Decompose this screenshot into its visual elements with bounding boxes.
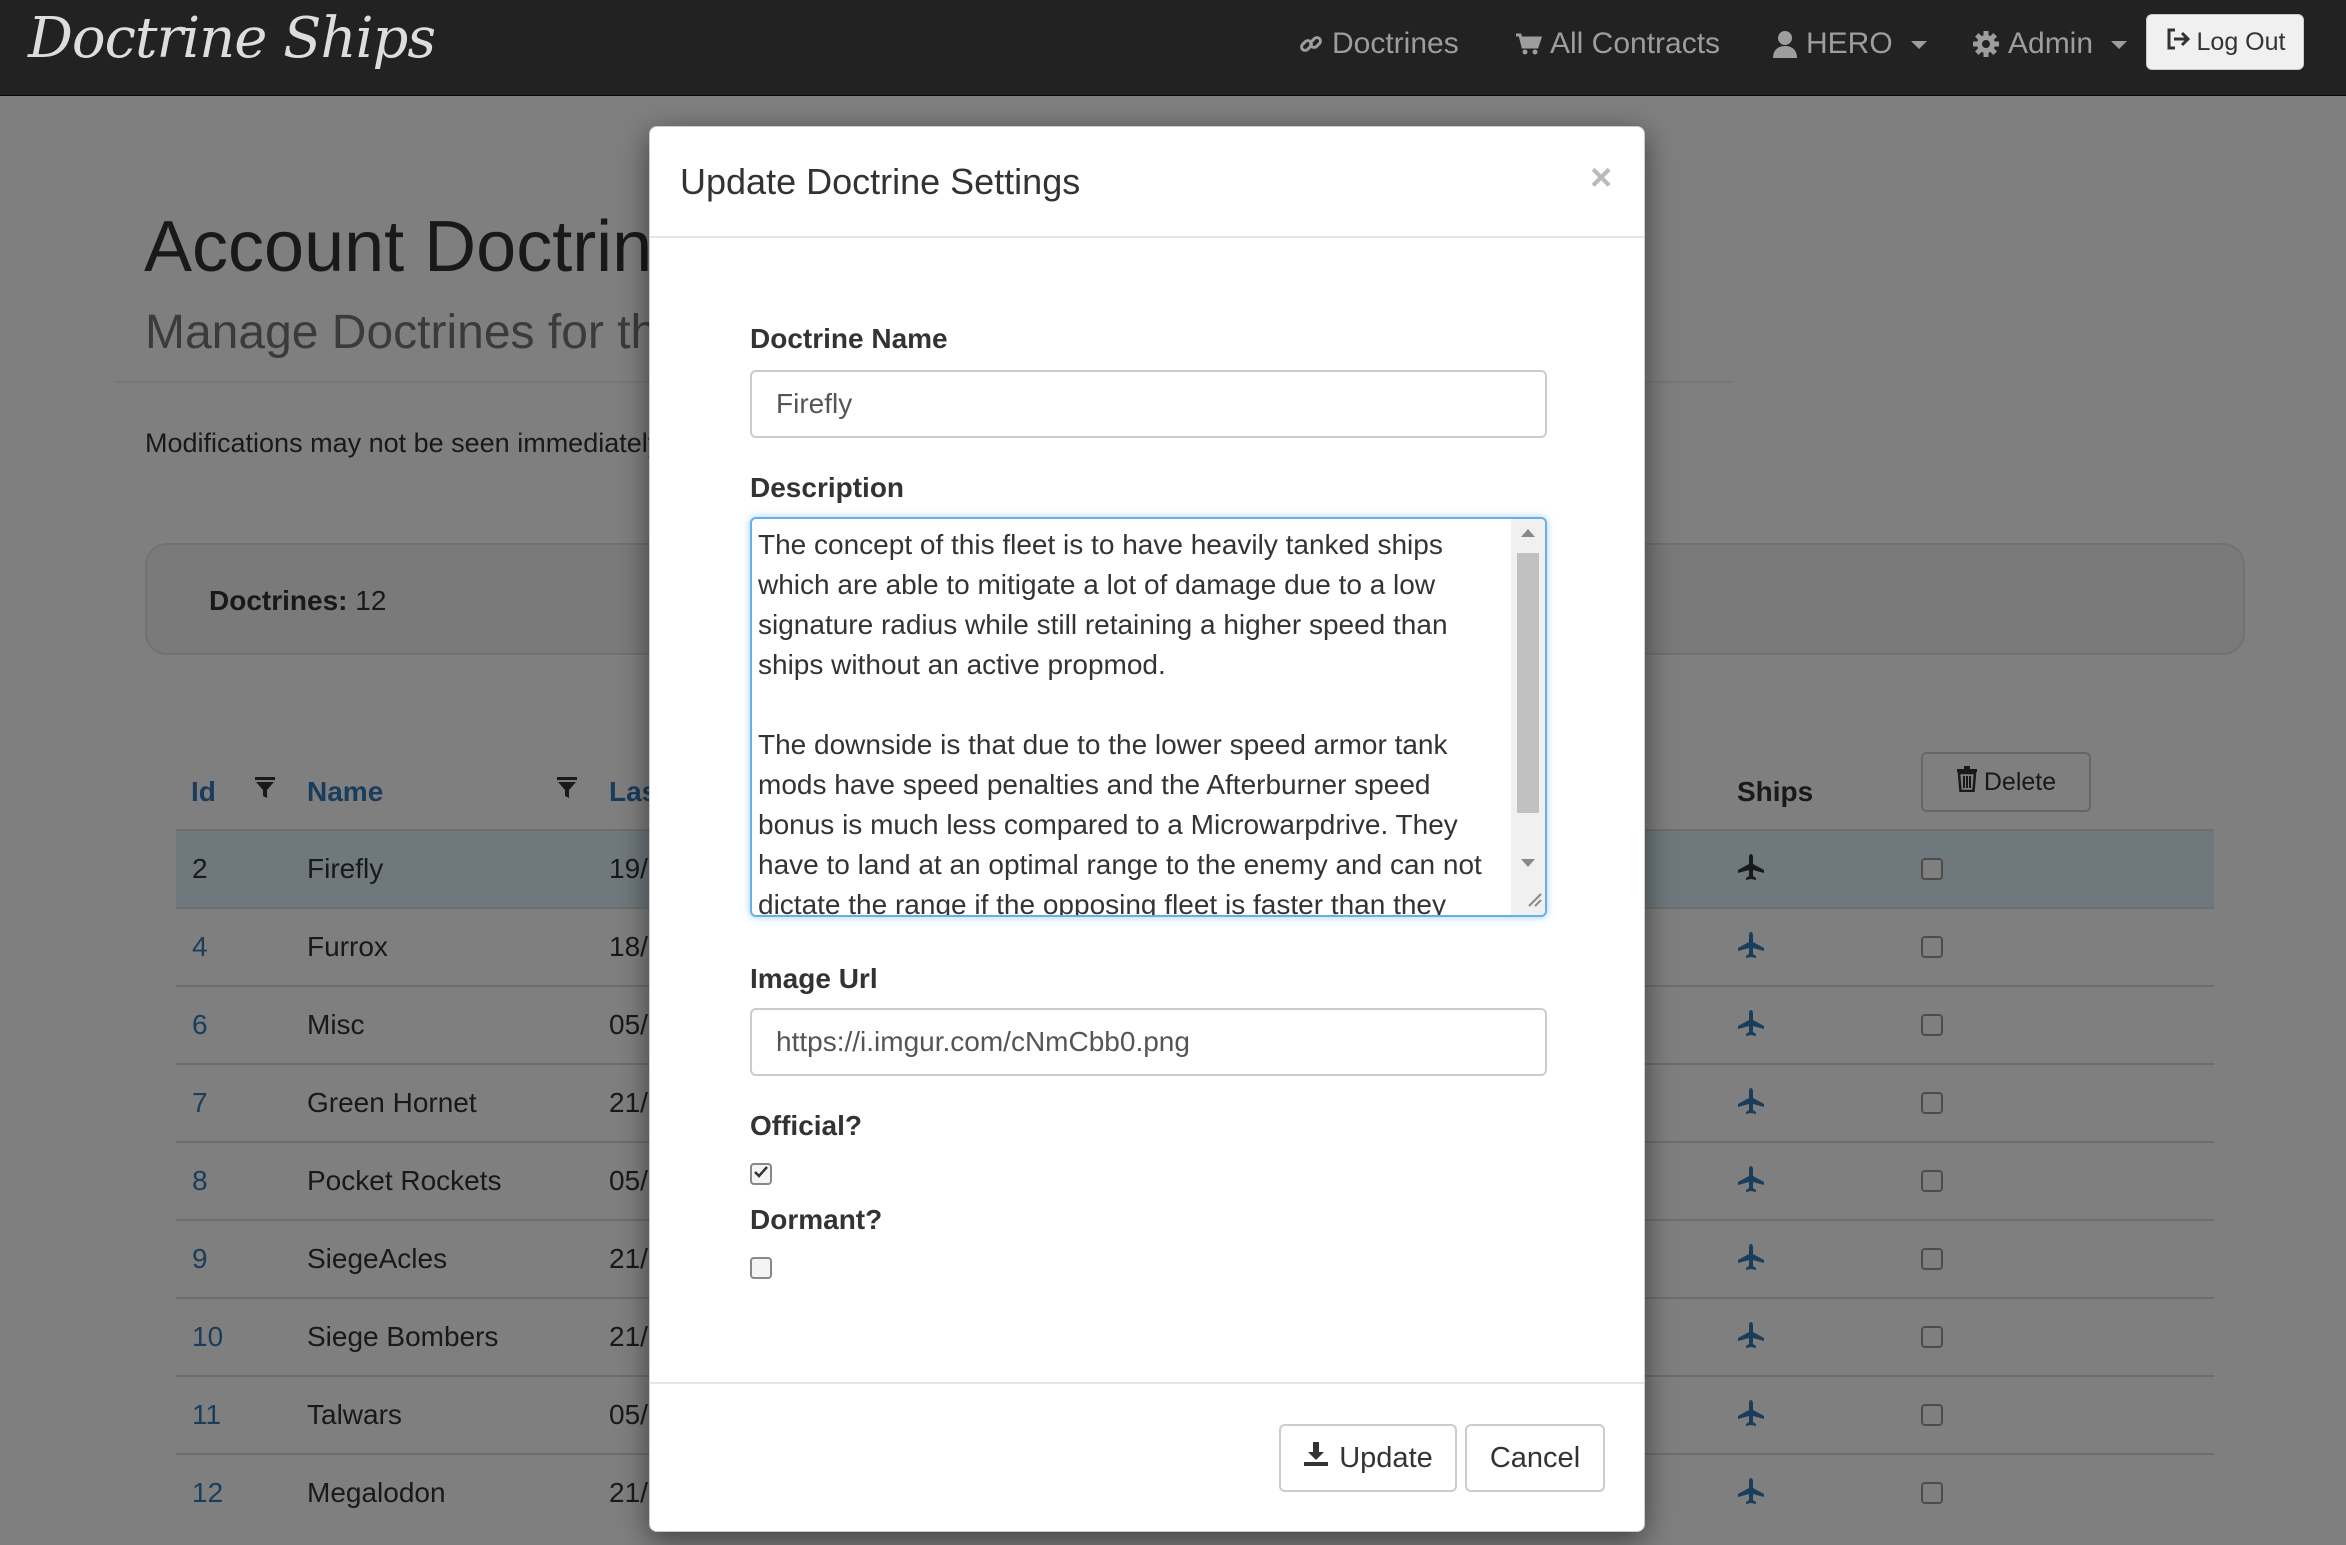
update-button[interactable]: Update	[1279, 1424, 1457, 1492]
nav-all-contracts-label: All Contracts	[1550, 27, 1721, 60]
shopping-cart-icon	[1514, 30, 1542, 58]
doctrine-name-label: Doctrine Name	[750, 323, 948, 354]
description-text: The concept of this fleet is to have hea…	[758, 529, 1482, 917]
close-icon[interactable]: ×	[1590, 157, 1612, 200]
user-icon	[1772, 30, 1798, 58]
textarea-scrollbar[interactable]	[1511, 519, 1545, 915]
download-icon	[1303, 1441, 1329, 1475]
caret-down-icon	[1910, 41, 1927, 49]
logout-button[interactable]: Log Out	[2146, 14, 2304, 70]
description-label: Description	[750, 472, 905, 503]
link-icon	[1298, 31, 1324, 57]
nav-admin-menu[interactable]: Admin	[1972, 24, 2128, 64]
image-url-label: Image Url	[750, 963, 878, 994]
cancel-label: Cancel	[1489, 1441, 1581, 1474]
image-url-input[interactable]	[750, 1008, 1547, 1076]
caret-down-icon	[2111, 41, 2128, 49]
nav-all-contracts[interactable]: All Contracts	[1514, 24, 1720, 64]
nav-user-menu[interactable]: HERO	[1772, 24, 1927, 64]
nav-user-label: HERO	[1806, 27, 1893, 60]
update-label: Update	[1339, 1441, 1433, 1474]
description-textarea[interactable]: The concept of this fleet is to have hea…	[750, 517, 1547, 917]
update-doctrine-modal: Update Doctrine Settings × Doctrine Name…	[649, 126, 1645, 1532]
gear-icon	[1972, 30, 2000, 58]
scroll-thumb[interactable]	[1517, 553, 1539, 813]
doctrine-name-input[interactable]	[750, 370, 1547, 438]
cancel-button[interactable]: Cancel	[1465, 1424, 1605, 1492]
official-label: Official?	[750, 1110, 863, 1141]
modal-header: Update Doctrine Settings ×	[650, 127, 1644, 238]
logout-label: Log Out	[2196, 27, 2286, 56]
dormant-checkbox[interactable]	[750, 1257, 772, 1279]
top-navbar: Doctrine Ships Doctrines All Contracts H…	[0, 0, 2346, 96]
official-checkbox[interactable]	[750, 1163, 772, 1185]
scroll-up-icon[interactable]	[1521, 529, 1535, 537]
dormant-label: Dormant?	[750, 1204, 883, 1235]
nav-admin-label: Admin	[2008, 27, 2094, 60]
nav-doctrines-label: Doctrines	[1332, 27, 1459, 60]
checkmark-icon	[753, 1164, 769, 1185]
scroll-down-icon[interactable]	[1521, 859, 1535, 867]
logout-icon	[2165, 27, 2191, 58]
brand-logo[interactable]: Doctrine Ships	[28, 6, 436, 71]
resize-grip-icon[interactable]	[1523, 888, 1543, 913]
modal-footer: Update Cancel	[650, 1382, 1644, 1531]
nav-doctrines[interactable]: Doctrines	[1298, 24, 1459, 64]
modal-title: Update Doctrine Settings	[680, 161, 1081, 202]
